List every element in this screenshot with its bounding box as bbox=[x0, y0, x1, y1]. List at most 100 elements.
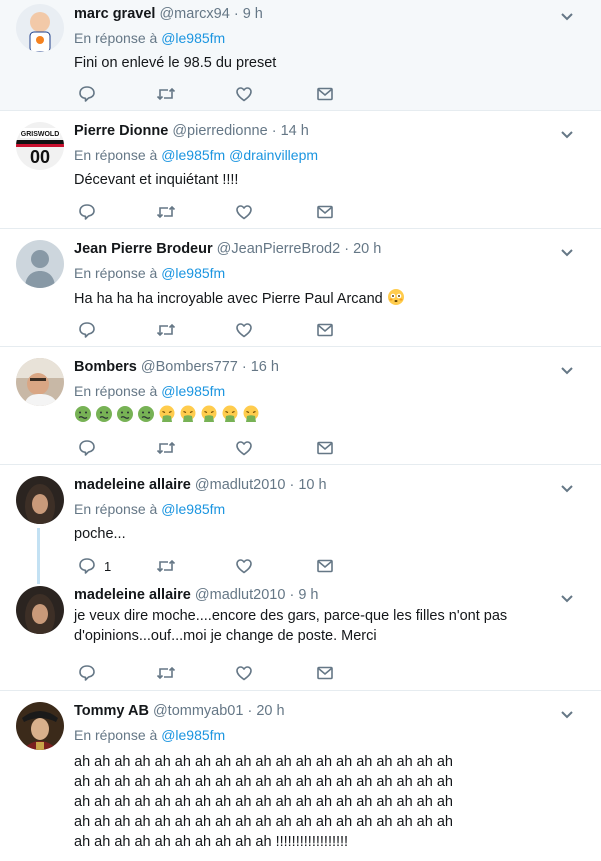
timestamp[interactable]: 20 h bbox=[353, 241, 381, 257]
retweet-button[interactable] bbox=[156, 556, 176, 576]
retweet-button[interactable] bbox=[156, 202, 176, 222]
display-name[interactable]: Bombers bbox=[74, 359, 137, 375]
reply-button[interactable] bbox=[78, 84, 104, 104]
timestamp[interactable]: 16 h bbox=[251, 359, 279, 375]
dm-button[interactable] bbox=[316, 556, 334, 576]
flushed-face-emoji-icon bbox=[387, 289, 404, 305]
timestamp[interactable]: 14 h bbox=[281, 123, 309, 139]
reply-prefix: En réponse à bbox=[74, 383, 158, 399]
reply-icon bbox=[79, 86, 95, 102]
retweet-icon bbox=[156, 441, 176, 455]
retweet-button[interactable] bbox=[156, 84, 176, 104]
tweet[interactable]: Tommy AB @tommyab01 · 20 h En réponse à … bbox=[0, 691, 601, 858]
display-name[interactable]: Jean Pierre Brodeur bbox=[74, 241, 213, 257]
reply-context: En réponse à @le985fm bbox=[74, 500, 585, 518]
like-button[interactable] bbox=[235, 84, 253, 104]
tweet-text-line: ah ah ah ah ah ah ah ah ah ah ah ah ah a… bbox=[74, 774, 453, 790]
reply-mention[interactable]: @drainvillepm bbox=[229, 147, 318, 163]
timestamp[interactable]: 10 h bbox=[298, 477, 326, 493]
display-name[interactable]: madeleine allaire bbox=[74, 587, 191, 603]
reply-mention[interactable]: @le985fm bbox=[161, 265, 225, 281]
dm-button[interactable] bbox=[316, 320, 334, 340]
reply-prefix: En réponse à bbox=[74, 147, 158, 163]
username[interactable]: @JeanPierreBrod2 bbox=[217, 241, 341, 257]
separator: · bbox=[289, 477, 295, 493]
reply-icon bbox=[79, 204, 95, 220]
reply-mention[interactable]: @le985fm bbox=[161, 727, 225, 743]
retweet-button[interactable] bbox=[156, 438, 176, 458]
username[interactable]: @tommyab01 bbox=[153, 703, 243, 719]
like-button[interactable] bbox=[235, 663, 253, 683]
avatar[interactable] bbox=[16, 4, 64, 52]
username[interactable]: @Bombers777 bbox=[141, 359, 238, 375]
tweet[interactable]: Jean Pierre Brodeur @JeanPierreBrod2 · 2… bbox=[0, 229, 601, 347]
timestamp[interactable]: 9 h bbox=[298, 587, 318, 603]
envelope-icon bbox=[317, 87, 333, 101]
reply-prefix: En réponse à bbox=[74, 727, 158, 743]
tweet-text: ah ah ah ah ah ah ah ah ah ah ah ah ah a… bbox=[74, 752, 585, 852]
separator: · bbox=[233, 6, 239, 22]
reply-button[interactable] bbox=[78, 438, 104, 458]
timestamp[interactable]: 20 h bbox=[256, 703, 284, 719]
tweet-text: poche... bbox=[74, 526, 126, 542]
tweet-text: Fini on enlevé le 98.5 du preset bbox=[74, 55, 277, 71]
avatar[interactable] bbox=[16, 476, 64, 524]
reply-icon bbox=[79, 440, 95, 456]
dm-button[interactable] bbox=[316, 84, 334, 104]
tweet-text: je veux dire moche....encore des gars, p… bbox=[74, 606, 585, 646]
retweet-button[interactable] bbox=[156, 320, 176, 340]
username[interactable]: @madlut2010 bbox=[195, 477, 286, 493]
reply-context: En réponse à @le985fm bbox=[74, 726, 585, 744]
tweet[interactable]: madeleine allaire @madlut2010 · 10 h En … bbox=[0, 465, 601, 578]
avatar[interactable] bbox=[16, 586, 64, 634]
thread-connector bbox=[37, 578, 40, 584]
like-button[interactable] bbox=[235, 438, 253, 458]
tweet[interactable]: Bombers @Bombers777 · 16 h En réponse à … bbox=[0, 347, 601, 465]
like-button[interactable] bbox=[235, 320, 253, 340]
reply-button[interactable]: 1 bbox=[78, 556, 111, 576]
tweet-text-line: d'opinions...ouf...moi je change de post… bbox=[74, 628, 377, 644]
dm-button[interactable] bbox=[316, 438, 334, 458]
envelope-icon bbox=[317, 323, 333, 337]
nauseated-face-emoji-icon bbox=[138, 406, 154, 422]
avatar[interactable] bbox=[16, 240, 64, 288]
tweet[interactable]: GRISWOLD 00 Pierre Dionne @pierredionne ·… bbox=[0, 111, 601, 229]
reply-button[interactable] bbox=[78, 663, 104, 683]
username[interactable]: @marcx94 bbox=[159, 6, 229, 22]
retweet-icon bbox=[156, 205, 176, 219]
svg-text:GRISWOLD: GRISWOLD bbox=[21, 131, 60, 138]
dm-button[interactable] bbox=[316, 202, 334, 222]
reply-mention[interactable]: @le985fm bbox=[161, 147, 225, 163]
vomiting-face-emoji-icon bbox=[243, 405, 259, 422]
username[interactable]: @pierredionne bbox=[172, 123, 267, 139]
reply-mention[interactable]: @le985fm bbox=[161, 30, 225, 46]
reply-prefix: En réponse à bbox=[74, 501, 158, 517]
separator: · bbox=[247, 703, 253, 719]
tweet[interactable]: marc gravel @marcx94 · 9 h En réponse à … bbox=[0, 0, 601, 111]
display-name[interactable]: Pierre Dionne bbox=[74, 123, 168, 139]
avatar[interactable]: GRISWOLD 00 bbox=[16, 122, 64, 170]
tweet[interactable]: madeleine allaire @madlut2010 · 9 h je v… bbox=[0, 578, 601, 691]
reply-icon bbox=[79, 558, 95, 574]
like-button[interactable] bbox=[235, 202, 253, 222]
envelope-icon bbox=[317, 666, 333, 680]
timestamp[interactable]: 9 h bbox=[243, 6, 263, 22]
like-button[interactable] bbox=[235, 556, 253, 576]
username[interactable]: @madlut2010 bbox=[195, 587, 286, 603]
vomiting-face-emoji-icon bbox=[201, 405, 217, 422]
avatar[interactable] bbox=[16, 702, 64, 750]
avatar[interactable] bbox=[16, 358, 64, 406]
dm-button[interactable] bbox=[316, 663, 334, 683]
reply-button[interactable] bbox=[78, 202, 104, 222]
reply-mention[interactable]: @le985fm bbox=[161, 501, 225, 517]
display-name[interactable]: marc gravel bbox=[74, 6, 155, 22]
display-name[interactable]: madeleine allaire bbox=[74, 477, 191, 493]
retweet-button[interactable] bbox=[156, 663, 176, 683]
separator: · bbox=[289, 587, 295, 603]
vomiting-face-emoji-icon bbox=[159, 405, 175, 422]
display-name[interactable]: Tommy AB bbox=[74, 703, 149, 719]
heart-icon bbox=[236, 87, 252, 102]
vomiting-face-emoji-icon bbox=[222, 405, 238, 422]
reply-mention[interactable]: @le985fm bbox=[161, 383, 225, 399]
reply-button[interactable] bbox=[78, 320, 104, 340]
